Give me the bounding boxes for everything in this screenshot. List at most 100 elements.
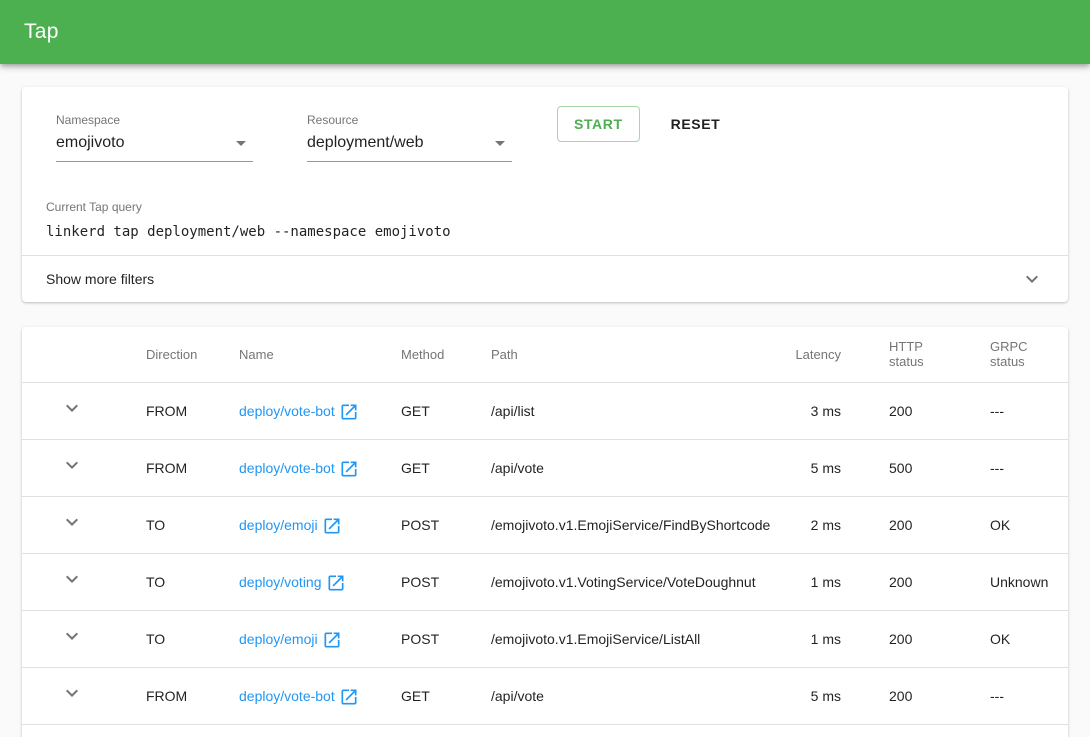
latency-cell: 1 ms	[722, 610, 865, 667]
http-status-cell: 200	[865, 382, 966, 439]
tap-results-table: Direction Name Method Path Latency HTTP …	[22, 327, 1068, 724]
deployment-link[interactable]: deploy/vote-bot	[239, 460, 335, 476]
column-path: Path	[467, 327, 722, 382]
expand-row-button[interactable]	[59, 680, 85, 706]
grpc-status-cell: ---	[966, 667, 1068, 724]
method-cell: GET	[377, 667, 467, 724]
resource-field: Resource deployment/web	[307, 113, 512, 162]
expand-row-button[interactable]	[59, 509, 85, 535]
http-status-cell: 200	[865, 496, 966, 553]
name-cell: deploy/emoji	[215, 496, 377, 553]
http-status-cell: 500	[865, 439, 966, 496]
namespace-label: Namespace	[56, 113, 253, 127]
form-buttons: START RESET	[557, 106, 736, 142]
deployment-link[interactable]: deploy/emoji	[239, 517, 318, 533]
open-in-new-icon[interactable]	[322, 630, 342, 650]
tap-form-card: Namespace emojivoto Resource deployment/…	[22, 87, 1068, 302]
direction-cell: TO	[122, 496, 215, 553]
start-button[interactable]: START	[557, 106, 640, 142]
name-cell: deploy/vote-bot	[215, 667, 377, 724]
chevron-down-icon	[60, 624, 84, 648]
table-row: FROM deploy/vote-bot GET /api/vote 5 ms …	[22, 667, 1068, 724]
table-row: TO deploy/emoji POST /emojivoto.v1.Emoji…	[22, 610, 1068, 667]
reset-button[interactable]: RESET	[655, 106, 737, 142]
current-query-section: Current Tap query linkerd tap deployment…	[22, 162, 1068, 255]
deployment-link[interactable]: deploy/vote-bot	[239, 403, 335, 419]
deployment-link[interactable]: deploy/vote-bot	[239, 688, 335, 704]
latency-cell: 5 ms	[722, 439, 865, 496]
name-cell: deploy/voting	[215, 553, 377, 610]
dropdown-arrow-icon	[488, 131, 512, 155]
next-row-partial	[22, 724, 1068, 737]
table-row: FROM deploy/vote-bot GET /api/vote 5 ms …	[22, 439, 1068, 496]
method-cell: POST	[377, 610, 467, 667]
dropdown-arrow-icon	[229, 131, 253, 155]
chevron-down-icon	[60, 453, 84, 477]
deployment-link[interactable]: deploy/emoji	[239, 631, 318, 647]
resource-select[interactable]: deployment/web	[307, 131, 512, 162]
expand-row-button[interactable]	[59, 452, 85, 478]
chevron-down-icon	[60, 510, 84, 534]
path-cell: /api/vote	[467, 439, 722, 496]
resource-label: Resource	[307, 113, 512, 127]
column-latency: Latency	[722, 327, 865, 382]
chevron-down-icon	[60, 567, 84, 591]
column-http-status: HTTP status	[865, 327, 966, 382]
grpc-status-cell: ---	[966, 439, 1068, 496]
http-status-cell: 200	[865, 610, 966, 667]
chevron-down-icon[interactable]	[1020, 267, 1044, 291]
method-cell: POST	[377, 553, 467, 610]
latency-cell: 5 ms	[722, 667, 865, 724]
deployment-link[interactable]: deploy/voting	[239, 574, 322, 590]
method-cell: GET	[377, 439, 467, 496]
resource-value: deployment/web	[307, 134, 424, 152]
column-direction: Direction	[122, 327, 215, 382]
name-cell: deploy/vote-bot	[215, 439, 377, 496]
tap-form-row: Namespace emojivoto Resource deployment/…	[22, 87, 1068, 162]
table-row: TO deploy/emoji POST /emojivoto.v1.Emoji…	[22, 496, 1068, 553]
current-query-command: linkerd tap deployment/web --namespace e…	[46, 224, 1044, 240]
open-in-new-icon[interactable]	[339, 687, 359, 707]
direction-cell: TO	[122, 553, 215, 610]
show-more-filters-toggle[interactable]: Show more filters	[22, 255, 1068, 302]
grpc-status-cell: Unknown	[966, 553, 1068, 610]
page-content: Namespace emojivoto Resource deployment/…	[0, 64, 1090, 737]
path-cell: /emojivoto.v1.VotingService/VoteDoughnut	[467, 553, 722, 610]
name-cell: deploy/vote-bot	[215, 382, 377, 439]
expand-row-button[interactable]	[59, 395, 85, 421]
open-in-new-icon[interactable]	[322, 516, 342, 536]
expand-row-button[interactable]	[59, 566, 85, 592]
chevron-down-icon	[60, 681, 84, 705]
show-more-filters-label: Show more filters	[46, 271, 154, 287]
grpc-status-cell: OK	[966, 610, 1068, 667]
column-expand	[22, 327, 122, 382]
expand-row-button[interactable]	[59, 623, 85, 649]
table-header-row: Direction Name Method Path Latency HTTP …	[22, 327, 1068, 382]
column-grpc-status: GRPC status	[966, 327, 1068, 382]
namespace-field: Namespace emojivoto	[56, 113, 253, 162]
table-row: TO deploy/voting POST /emojivoto.v1.Voti…	[22, 553, 1068, 610]
column-name: Name	[215, 327, 377, 382]
open-in-new-icon[interactable]	[339, 459, 359, 479]
table-row: FROM deploy/vote-bot GET /api/list 3 ms …	[22, 382, 1068, 439]
method-cell: POST	[377, 496, 467, 553]
open-in-new-icon[interactable]	[326, 573, 346, 593]
method-cell: GET	[377, 382, 467, 439]
path-cell: /emojivoto.v1.EmojiService/ListAll	[467, 610, 722, 667]
http-status-cell: 200	[865, 667, 966, 724]
namespace-select[interactable]: emojivoto	[56, 131, 253, 162]
current-query-label: Current Tap query	[46, 200, 1044, 214]
tap-results-card: Direction Name Method Path Latency HTTP …	[22, 327, 1068, 737]
latency-cell: 3 ms	[722, 382, 865, 439]
direction-cell: FROM	[122, 382, 215, 439]
name-cell: deploy/emoji	[215, 610, 377, 667]
path-cell: /emojivoto.v1.EmojiService/FindByShortco…	[467, 496, 722, 553]
grpc-status-cell: ---	[966, 382, 1068, 439]
open-in-new-icon[interactable]	[339, 402, 359, 422]
column-method: Method	[377, 327, 467, 382]
grpc-status-cell: OK	[966, 496, 1068, 553]
http-status-cell: 200	[865, 553, 966, 610]
app-bar: Tap	[0, 0, 1090, 64]
chevron-down-icon	[60, 396, 84, 420]
page-title: Tap	[24, 20, 59, 44]
